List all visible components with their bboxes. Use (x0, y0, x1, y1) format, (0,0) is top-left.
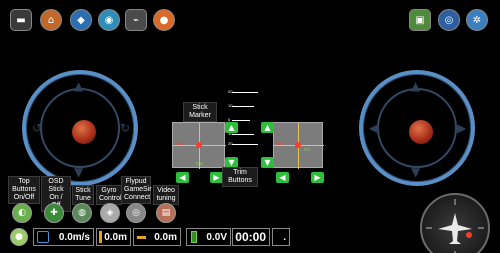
stick-marker-callout: Stick Marker (183, 102, 217, 122)
gps-icon[interactable]: ● (10, 228, 28, 246)
trim-buttons-callout: Trim Buttons (222, 167, 258, 187)
home-icon[interactable]: ⌂ (40, 9, 62, 31)
gamesir-connect-button[interactable]: ◎ (126, 203, 146, 223)
yaw-label: YAW (175, 141, 184, 146)
video-tuning-callout: Video tuning (153, 185, 179, 205)
left-stick-marker (196, 142, 202, 148)
ladder-rung (232, 144, 258, 145)
stick-tune-button[interactable]: ◍ (72, 203, 92, 223)
speed-readout: 0.0m/s (33, 228, 94, 246)
compass-dial (426, 199, 484, 253)
height-readout: 0.0m (96, 228, 131, 246)
left-joystick[interactable]: ▲ ▼ ↺ ↻ (22, 70, 138, 186)
height-bar-icon (99, 231, 102, 243)
trim-up-right-button[interactable]: ▲ (261, 122, 274, 133)
arrow-up-icon: ▲ (74, 79, 84, 93)
arrow-down-icon: ▼ (74, 165, 84, 179)
left-joystick-knob[interactable] (72, 120, 96, 144)
top-buttons-callout: Top Buttons On/Off (8, 176, 40, 204)
location-pin-icon[interactable]: ● (153, 9, 175, 31)
ladder-rung (232, 120, 250, 121)
pitch-label: PIT (304, 147, 311, 152)
trim-up-left-button[interactable]: ▲ (225, 122, 238, 133)
timer-readout: 00:00 (232, 228, 270, 246)
height-value: 0.0m (104, 231, 127, 243)
arrow-right-icon: ▶ (457, 121, 467, 135)
thr-label: THR (195, 161, 204, 166)
trim-right-right-button[interactable]: ▶ (311, 172, 324, 183)
video-tuning-button[interactable]: ▤ (156, 203, 176, 223)
extra-value: . (283, 231, 286, 243)
compass (420, 193, 490, 253)
top-buttons-toggle-button[interactable]: ◐ (12, 203, 32, 223)
battery-level-icon (191, 231, 197, 243)
ladder-number: 20 (228, 89, 233, 94)
gyro-control-button[interactable]: ◈ (100, 203, 120, 223)
left-trim-box: YAW THR (172, 122, 226, 169)
osd-stick-toggle-button[interactable]: ✚ (44, 203, 64, 223)
distance-readout: 0.0m (133, 228, 181, 246)
rotate-left-icon: ↺ (32, 121, 43, 135)
right-trim-box: ROL PIT (273, 122, 324, 169)
roll-label: ROL (276, 141, 285, 146)
right-stick-marker (295, 142, 301, 148)
timer-value: 00:00 (235, 230, 266, 244)
speedometer-icon (37, 231, 49, 243)
ladder-number: 20 (228, 141, 233, 146)
voltage-value: 0.0V (206, 231, 227, 243)
trim-down-right-button[interactable]: ▼ (261, 157, 274, 168)
ladder-rung (232, 92, 258, 93)
pitch-ladder: 20 10 0 10 20 (228, 88, 268, 148)
shield-icon[interactable]: ◆ (70, 9, 92, 31)
signal-icon[interactable]: ⌁ (125, 9, 147, 31)
battery-icon[interactable]: ▬ (10, 9, 32, 31)
right-joystick-knob[interactable] (409, 120, 433, 144)
ladder-rung (232, 134, 254, 135)
voltage-readout: 0.0V (186, 228, 231, 246)
trim-left-left-button[interactable]: ◀ (176, 172, 189, 183)
arrow-down-icon: ▼ (411, 165, 421, 179)
distance-value: 0.0m (154, 231, 177, 243)
rotate-right-icon: ↻ (120, 121, 131, 135)
camera-icon[interactable]: ◎ (438, 9, 460, 31)
drone-icon[interactable]: ▣ (409, 9, 431, 31)
extra-readout: . (272, 228, 290, 246)
settings-icon[interactable]: ✲ (466, 9, 488, 31)
gyro-control-callout: Gyro Control (96, 185, 122, 205)
ladder-number: 10 (228, 103, 233, 108)
aircraft-icon (438, 213, 472, 244)
eye-icon[interactable]: ◉ (98, 9, 120, 31)
distance-bar-icon (137, 236, 146, 239)
stick-tune-callout: Stick Tune (72, 185, 94, 205)
trim-left-right-button[interactable]: ◀ (276, 172, 289, 183)
flypud-gamesir-callout: Flypud GameSir Connect (121, 176, 152, 204)
ladder-rung (232, 106, 254, 107)
arrow-up-icon: ▲ (411, 79, 421, 93)
speed-value: 0.0m/s (58, 231, 90, 243)
right-joystick[interactable]: ▲ ▼ ◀ ▶ (359, 70, 475, 186)
arrow-left-icon: ◀ (369, 121, 379, 135)
